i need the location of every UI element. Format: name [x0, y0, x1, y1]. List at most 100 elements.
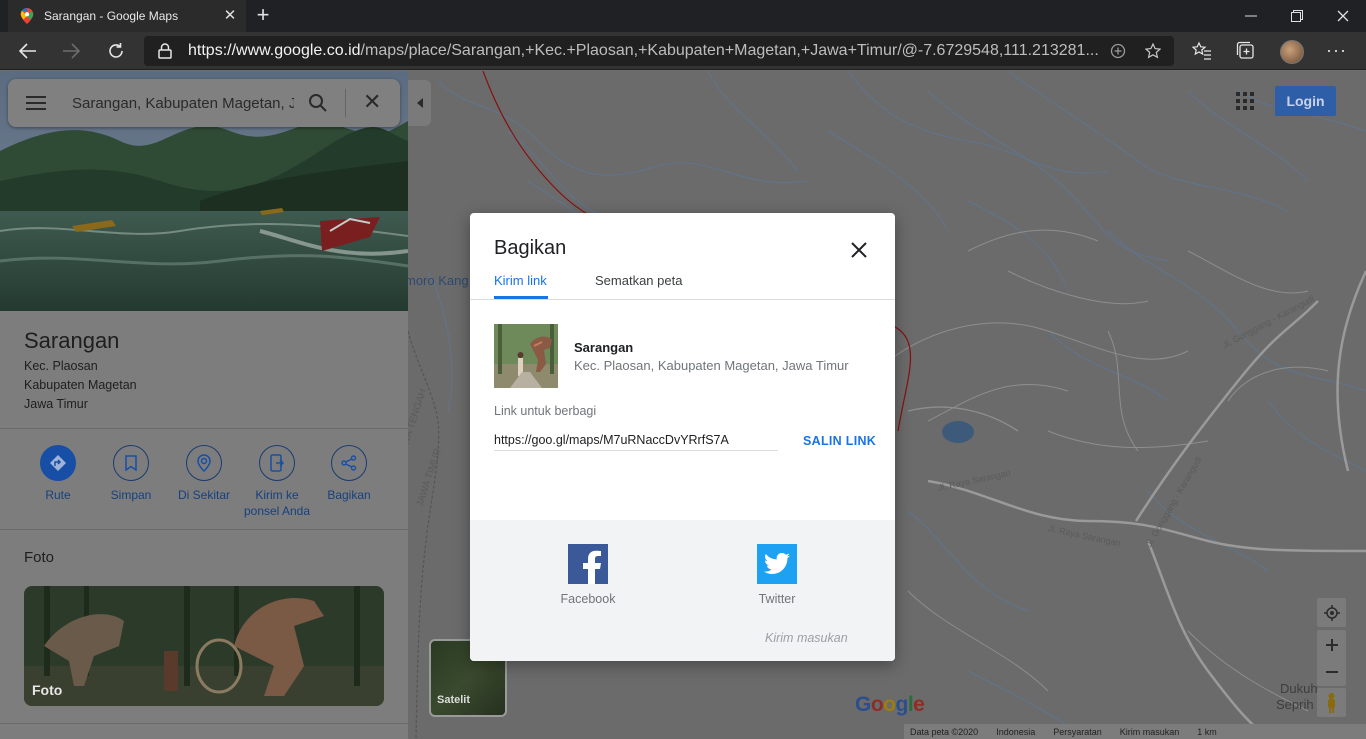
address-line: Jawa Timur [24, 397, 88, 411]
divider [0, 723, 408, 724]
reload-button[interactable] [101, 36, 131, 66]
share-link-input[interactable] [494, 429, 778, 451]
map-terms-link[interactable]: Persyaratan [1053, 727, 1102, 737]
profile-avatar[interactable] [1280, 40, 1304, 64]
send-feedback-link[interactable]: Kirim masukan [765, 631, 848, 645]
save-button[interactable]: Simpan [91, 445, 171, 503]
search-input[interactable]: Sarangan, Kabupaten Magetan, Jawa Timur [72, 95, 294, 112]
browser-tab[interactable]: Sarangan - Google Maps ✕ [8, 0, 246, 32]
share-place-name: Sarangan [574, 340, 634, 355]
map-country-link[interactable]: Indonesia [996, 727, 1035, 737]
share-label: Bagikan [327, 488, 371, 502]
copy-link-button[interactable]: SALIN LINK [803, 434, 876, 448]
restore-icon [1291, 10, 1303, 22]
share-icon [331, 445, 367, 481]
photo-card[interactable]: Foto [24, 586, 384, 706]
map-feedback-link[interactable]: Kirim masukan [1120, 727, 1180, 737]
browser-tab-bar: Sarangan - Google Maps ✕ + [0, 0, 1366, 32]
add-icon[interactable] [1110, 43, 1126, 59]
search-icon[interactable] [308, 93, 328, 113]
share-button[interactable]: Bagikan [309, 445, 389, 503]
plus-icon [1325, 638, 1338, 651]
more-menu-icon[interactable]: ··· [1326, 40, 1347, 61]
tab-title: Sarangan - Google Maps [44, 9, 179, 23]
nearby-icon [186, 445, 222, 481]
my-location-button[interactable] [1317, 598, 1346, 627]
search-divider [345, 89, 346, 117]
search-box[interactable]: Sarangan, Kabupaten Magetan, Jawa Timur … [8, 79, 400, 127]
share-place-address: Kec. Plaosan, Kabupaten Magetan, Jawa Ti… [574, 358, 849, 373]
minus-icon [1325, 670, 1338, 673]
favorites-icon[interactable] [1192, 41, 1212, 61]
back-icon [19, 43, 36, 59]
url-path: /maps/place/Sarangan,+Kec.+Plaosan,+Kabu… [360, 42, 1099, 59]
minimize-icon [1245, 15, 1257, 17]
google-logo: Google [855, 693, 925, 716]
minimize-window-button[interactable] [1228, 0, 1274, 32]
pegman-icon [1328, 693, 1335, 713]
photos-heading: Foto [24, 549, 55, 566]
close-dialog-icon[interactable] [848, 239, 870, 261]
send-to-phone-label: Kirim ke ponsel Anda [243, 488, 311, 518]
map-label-place: Dukuh [1280, 681, 1318, 696]
close-window-button[interactable] [1320, 0, 1366, 32]
divider [0, 428, 408, 429]
reload-icon [109, 43, 123, 58]
restore-window-button[interactable] [1274, 0, 1320, 32]
map-scale-label[interactable]: 1 km [1197, 727, 1217, 737]
share-twitter-button[interactable]: Twitter [732, 544, 822, 606]
send-to-phone-icon [259, 445, 295, 481]
collapse-panel-button[interactable] [408, 80, 431, 126]
nearby-button[interactable]: Di Sekitar [164, 445, 244, 503]
forward-button[interactable] [56, 36, 86, 66]
twitter-icon [757, 544, 797, 584]
dialog-title: Bagikan [494, 237, 567, 259]
collections-icon[interactable] [1236, 41, 1256, 61]
zoom-in-button[interactable] [1317, 630, 1346, 659]
save-label: Simpan [110, 488, 152, 502]
share-social-footer: Facebook Twitter Kirim masukan [470, 520, 895, 661]
star-icon[interactable] [1145, 43, 1161, 59]
apps-grid-icon[interactable] [1236, 92, 1254, 110]
satellite-label: Satelit [437, 694, 471, 706]
map-label-place: moro Kang [408, 273, 469, 288]
tab-embed-map[interactable]: Sematkan peta [595, 273, 682, 288]
directions-icon [40, 445, 76, 481]
share-dialog: Bagikan Kirim link Sematkan peta Saranga… [470, 213, 895, 661]
facebook-icon [568, 544, 608, 584]
clear-search-icon[interactable]: ✕ [363, 91, 381, 113]
place-thumbnail-image [494, 324, 558, 388]
address-line: Kec. Plaosan [24, 359, 98, 373]
share-link-label: Link untuk berbagi [494, 404, 597, 418]
url-host: https://www.google.co.id [188, 42, 361, 59]
google-maps-favicon-icon [20, 8, 34, 24]
photo-card-label: Foto [32, 682, 63, 698]
bookmark-icon [113, 445, 149, 481]
hamburger-menu-icon[interactable] [26, 96, 46, 110]
lock-icon [158, 43, 172, 59]
new-tab-button[interactable]: + [252, 4, 274, 27]
back-button[interactable] [13, 36, 43, 66]
tabs-divider [470, 299, 895, 300]
tab-send-link[interactable]: Kirim link [494, 273, 547, 288]
send-to-phone-button[interactable]: Kirim ke ponsel Anda [237, 445, 317, 519]
street-view-pegman[interactable] [1317, 688, 1346, 717]
chevron-left-icon [416, 98, 423, 108]
nearby-label: Di Sekitar [177, 488, 230, 502]
place-panel: Sarangan, Kabupaten Magetan, Jawa Timur … [0, 71, 408, 739]
twitter-label: Twitter [758, 592, 796, 606]
directions-button[interactable]: Rute [18, 445, 98, 503]
share-facebook-button[interactable]: Facebook [543, 544, 633, 606]
zoom-out-button[interactable] [1317, 657, 1346, 686]
url-text: https://www.google.co.id/maps/place/Sara… [188, 42, 1100, 60]
close-icon [1337, 10, 1349, 22]
login-button[interactable]: Login [1275, 86, 1336, 116]
location-target-icon [1323, 604, 1340, 621]
map-footer: Data peta ©2020 Indonesia Persyaratan Ki… [904, 724, 1366, 739]
tab-close-icon[interactable]: ✕ [222, 8, 238, 24]
address-line: Kabupaten Magetan [24, 378, 137, 392]
facebook-label: Facebook [560, 592, 616, 606]
directions-label: Rute [45, 488, 71, 502]
divider [0, 529, 408, 530]
address-bar[interactable]: https://www.google.co.id/maps/place/Sara… [144, 36, 1174, 66]
